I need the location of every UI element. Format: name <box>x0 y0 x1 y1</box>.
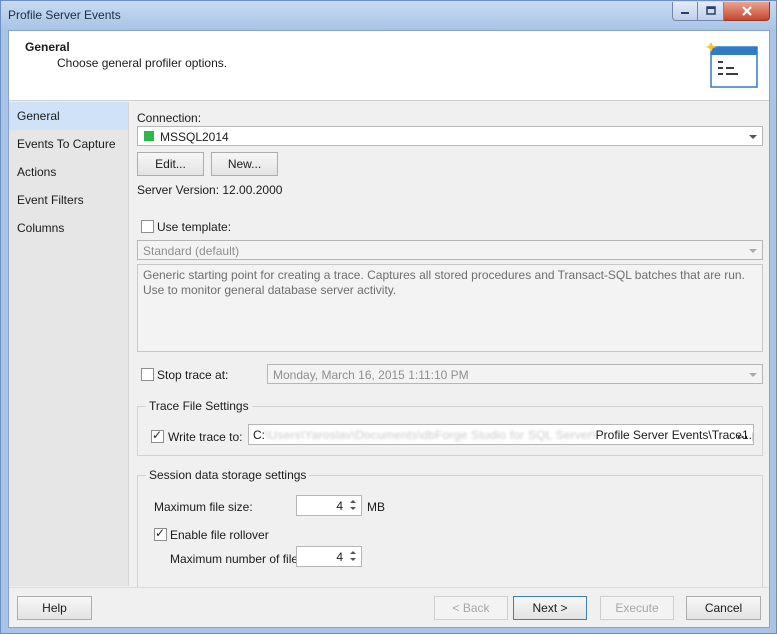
back-button[interactable]: < Back <box>434 596 508 620</box>
stop-trace-datetime[interactable]: Monday, March 16, 2015 1:11:10 PM <box>267 364 763 384</box>
trace-file-settings-title: Trace File Settings <box>146 399 252 413</box>
max-files-label: Maximum number of files: <box>170 552 308 566</box>
max-file-size-unit: MB <box>367 500 385 514</box>
help-button[interactable]: Help <box>17 596 92 620</box>
new-connection-button[interactable]: New... <box>211 152 278 176</box>
chevron-down-icon[interactable] <box>749 249 757 253</box>
write-trace-label[interactable]: Write trace to: <box>168 430 242 444</box>
browse-button[interactable]: ... <box>737 426 748 441</box>
window-controls <box>672 2 770 21</box>
session-storage-title: Session data storage settings <box>146 468 310 482</box>
connection-combo[interactable]: MSSQL2014 <box>137 126 763 146</box>
close-icon <box>741 6 752 16</box>
sidebar-item-general[interactable]: General <box>9 102 128 130</box>
general-options-panel: Connection: MSSQL2014 Edit... New... Ser… <box>137 102 767 607</box>
sidebar-item-actions[interactable]: Actions <box>9 158 128 186</box>
window-title: Profile Server Events <box>8 8 121 22</box>
maximize-button[interactable] <box>698 2 724 21</box>
max-files-value: 4 <box>336 550 343 564</box>
use-template-label[interactable]: Use template: <box>157 220 231 234</box>
stop-trace-checkbox[interactable] <box>141 368 154 381</box>
trace-file-path: C:\Users\Yaroslav\Documents\dbForge Stud… <box>253 428 753 442</box>
stop-trace-label[interactable]: Stop trace at: <box>157 368 228 382</box>
minimize-icon <box>681 12 689 14</box>
profile-server-events-window: Profile Server Events General Choose gen… <box>0 0 777 634</box>
write-trace-checkbox[interactable]: ✓ <box>151 428 164 443</box>
sidebar-item-events-to-capture[interactable]: Events To Capture <box>9 130 128 158</box>
sidebar-nav: General Events To Capture Actions Event … <box>9 102 129 586</box>
connection-value: MSSQL2014 <box>160 130 229 144</box>
trace-file-settings-group: Trace File Settings ✓ Write trace to: C:… <box>137 399 763 456</box>
close-button[interactable] <box>724 2 770 21</box>
spin-arrows-icon[interactable] <box>348 548 359 565</box>
title-bar[interactable]: Profile Server Events <box>1 1 776 29</box>
connection-status-icon <box>144 131 154 141</box>
server-version-text: Server Version: 12.00.2000 <box>137 183 283 197</box>
file-rollover-checkbox[interactable]: ✓ <box>154 526 167 541</box>
chevron-down-icon[interactable] <box>749 135 757 139</box>
use-template-checkbox[interactable] <box>141 220 154 233</box>
wizard-page-icon <box>705 42 758 88</box>
template-description: Generic starting point for creating a tr… <box>137 264 763 352</box>
template-value: Standard (default) <box>143 244 240 258</box>
chevron-down-icon[interactable] <box>749 373 757 377</box>
dialog-client-area: General Choose general profiler options.… <box>8 30 770 628</box>
checkmark-icon: ✓ <box>152 428 163 442</box>
next-button[interactable]: Next > <box>513 596 587 620</box>
page-header: General Choose general profiler options. <box>9 31 769 101</box>
connection-label: Connection: <box>137 111 202 125</box>
execute-button[interactable]: Execute <box>600 596 674 620</box>
page-title: General <box>25 40 70 54</box>
max-file-size-label: Maximum file size: <box>154 500 253 514</box>
max-file-size-stepper[interactable]: 4 <box>296 495 362 516</box>
max-files-stepper[interactable]: 4 <box>296 546 362 567</box>
checkmark-icon: ✓ <box>155 526 166 540</box>
template-combo[interactable]: Standard (default) <box>137 240 763 260</box>
trace-file-path-input[interactable]: C:\Users\Yaroslav\Documents\dbForge Stud… <box>248 424 754 445</box>
dialog-footer: Help < Back Next > Execute Cancel <box>9 587 769 627</box>
spin-arrows-icon[interactable] <box>348 497 359 514</box>
file-rollover-label[interactable]: Enable file rollover <box>170 528 269 542</box>
edit-connection-button[interactable]: Edit... <box>137 152 204 176</box>
sidebar-item-columns[interactable]: Columns <box>9 214 128 242</box>
page-subtitle: Choose general profiler options. <box>57 56 228 70</box>
max-file-size-value: 4 <box>336 499 343 513</box>
minimize-button[interactable] <box>672 2 698 21</box>
maximize-icon <box>705 6 716 15</box>
sidebar-item-event-filters[interactable]: Event Filters <box>9 186 128 214</box>
cancel-button[interactable]: Cancel <box>686 596 761 620</box>
stop-trace-value: Monday, March 16, 2015 1:11:10 PM <box>273 368 469 382</box>
